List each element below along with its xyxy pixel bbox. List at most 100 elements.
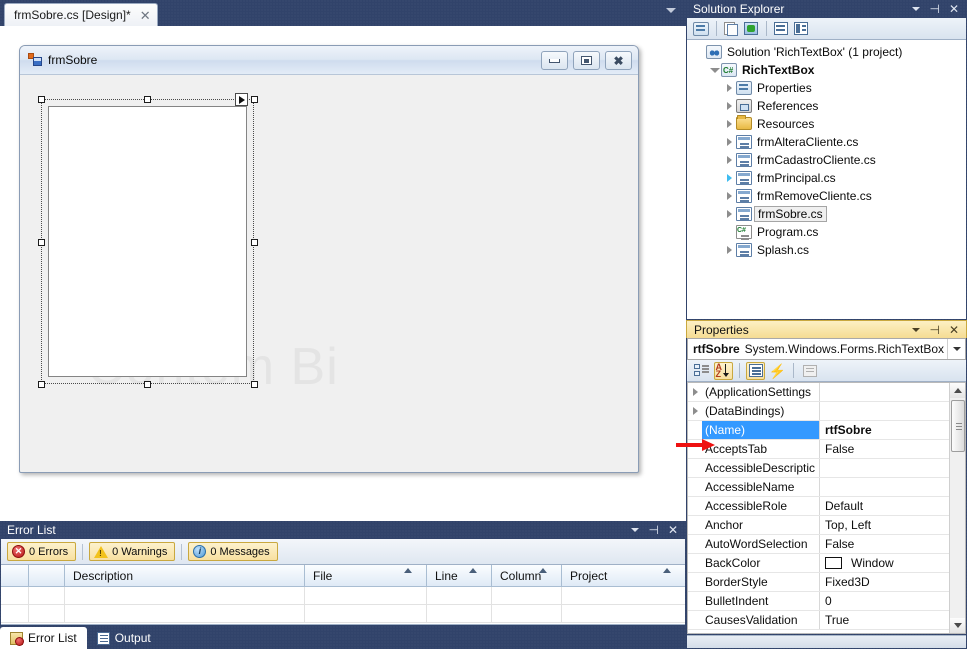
smart-tag-icon[interactable] (235, 93, 248, 106)
property-row[interactable]: BulletIndent 0 (688, 592, 965, 611)
property-row[interactable]: AccessibleDescriptic (688, 459, 965, 478)
tree-item-solution-richtextbox-1-project-[interactable]: Solution 'RichTextBox' (1 project) (687, 43, 966, 61)
scroll-up-button[interactable] (950, 383, 965, 398)
solution-tree[interactable]: Solution 'RichTextBox' (1 project) RichTe… (687, 40, 966, 319)
property-value[interactable]: 0 (820, 592, 965, 610)
column-header-description[interactable]: Description (65, 565, 305, 586)
tree-item-program-cs[interactable]: Program.cs (687, 223, 966, 241)
view-code-icon[interactable] (773, 21, 790, 37)
column-header-line[interactable]: Line (427, 565, 492, 586)
properties-window-icon[interactable] (693, 21, 710, 37)
property-value[interactable]: Default (820, 497, 965, 515)
expander-collapsed-icon[interactable] (723, 102, 736, 110)
refresh-icon[interactable] (743, 21, 760, 37)
property-value[interactable] (820, 402, 965, 420)
property-row[interactable]: BackColor Window (688, 554, 965, 573)
tree-item-frmprincipal-cs[interactable]: frmPrincipal.cs (687, 169, 966, 187)
property-row[interactable]: AccessibleRole Default (688, 497, 965, 516)
table-row[interactable] (1, 587, 685, 605)
property-value[interactable]: rtfSobre (820, 421, 965, 439)
property-row[interactable]: AcceptsTab False (688, 440, 965, 459)
categorized-icon[interactable] (692, 362, 711, 380)
column-header-project[interactable]: Project (562, 565, 685, 586)
column-header-column[interactable]: Column (492, 565, 562, 586)
chevron-down-icon[interactable] (912, 327, 921, 332)
property-value[interactable] (820, 383, 965, 401)
resize-handle-middle-left[interactable] (38, 239, 45, 246)
close-button[interactable]: ✖ (605, 51, 632, 70)
property-row[interactable]: (DataBindings) (688, 402, 965, 421)
table-row[interactable] (1, 605, 685, 623)
property-row[interactable]: CausesValidation True (688, 611, 965, 630)
resize-handle-bottom-center[interactable] (144, 381, 151, 388)
column-header-index[interactable] (29, 565, 65, 586)
alphabetical-icon[interactable]: A Z (714, 361, 733, 380)
tree-item-frmsobre-cs[interactable]: frmSobre.cs (687, 205, 966, 223)
property-row[interactable]: (ApplicationSettings (688, 383, 965, 402)
expander-collapsed-icon[interactable] (723, 138, 736, 146)
resize-handle-top-center[interactable] (144, 96, 151, 103)
pin-icon[interactable]: ⊣ (648, 524, 658, 536)
expander-collapsed-icon[interactable] (723, 174, 736, 182)
property-row[interactable]: BorderStyle Fixed3D (688, 573, 965, 592)
maximize-button[interactable] (573, 51, 600, 70)
column-header-icon[interactable] (1, 565, 29, 586)
tree-item-frmcadastrocliente-cs[interactable]: frmCadastroCliente.cs (687, 151, 966, 169)
pin-icon[interactable]: ⊣ (929, 324, 939, 336)
form-designer-surface[interactable]: frmSobre ✖ Contém Bi (0, 26, 686, 521)
resize-handle-middle-right[interactable] (251, 239, 258, 246)
property-value[interactable]: Window (820, 554, 965, 572)
tree-item-richtextbox[interactable]: RichTextBox (687, 61, 966, 79)
property-value[interactable]: False (820, 535, 965, 553)
expander-collapsed-icon[interactable] (723, 192, 736, 200)
property-row[interactable]: Anchor Top, Left (688, 516, 965, 535)
tree-item-frmalteracliente-cs[interactable]: frmAlteraCliente.cs (687, 133, 966, 151)
property-row[interactable]: AccessibleName (688, 478, 965, 497)
chevron-down-icon[interactable] (666, 8, 676, 13)
property-grid-scrollbar[interactable] (949, 383, 965, 633)
property-value[interactable] (820, 459, 965, 477)
column-header-file[interactable]: File (305, 565, 427, 586)
messages-filter-button[interactable]: i 0 Messages (188, 542, 278, 561)
tree-item-frmremovecliente-cs[interactable]: frmRemoveCliente.cs (687, 187, 966, 205)
property-value[interactable]: Top, Left (820, 516, 965, 534)
design-form-window[interactable]: frmSobre ✖ Contém Bi (19, 45, 639, 473)
expander-collapsed-icon[interactable] (723, 246, 736, 254)
events-icon[interactable]: ⚡ (768, 362, 787, 380)
tree-item-references[interactable]: References (687, 97, 966, 115)
expander-expanded-icon[interactable] (708, 67, 721, 73)
resize-handle-top-right[interactable] (251, 96, 258, 103)
expander-collapsed-icon[interactable] (688, 383, 702, 401)
close-icon[interactable]: ✕ (140, 9, 151, 22)
tree-item-properties[interactable]: Properties (687, 79, 966, 97)
property-value[interactable]: Fixed3D (820, 573, 965, 591)
tab-error-list[interactable]: Error List (0, 627, 87, 649)
property-value[interactable]: True (820, 611, 965, 629)
chevron-down-icon[interactable] (912, 7, 921, 11)
resize-handle-bottom-left[interactable] (38, 381, 45, 388)
property-row[interactable]: AutoWordSelection False (688, 535, 965, 554)
scroll-down-button[interactable] (950, 618, 965, 633)
expander-collapsed-icon[interactable] (723, 210, 736, 218)
resize-handle-top-left[interactable] (38, 96, 45, 103)
property-row[interactable]: (Name) rtfSobre (688, 421, 965, 440)
show-all-files-icon[interactable] (723, 21, 740, 37)
object-selector-dropdown[interactable]: rtfSobre System.Windows.Forms.RichTextBo… (687, 338, 966, 360)
close-icon[interactable]: ✕ (949, 3, 959, 15)
tree-item-splash-cs[interactable]: Splash.cs (687, 241, 966, 259)
close-icon[interactable]: ✕ (949, 324, 959, 336)
errors-filter-button[interactable]: ✕ 0 Errors (7, 542, 77, 561)
property-pages-icon[interactable] (800, 362, 819, 380)
chevron-down-icon[interactable] (947, 339, 965, 359)
resize-handle-bottom-right[interactable] (251, 381, 258, 388)
property-value[interactable]: False (820, 440, 965, 458)
design-form-client-area[interactable]: Contém Bi (21, 75, 637, 471)
minimize-button[interactable] (541, 51, 568, 70)
expander-collapsed-icon[interactable] (723, 84, 736, 92)
tree-item-resources[interactable]: Resources (687, 115, 966, 133)
property-value[interactable] (820, 478, 965, 496)
scrollbar-thumb[interactable] (951, 400, 965, 452)
expander-collapsed-icon[interactable] (688, 402, 702, 420)
expander-collapsed-icon[interactable] (723, 156, 736, 164)
chevron-down-icon[interactable] (631, 528, 640, 532)
